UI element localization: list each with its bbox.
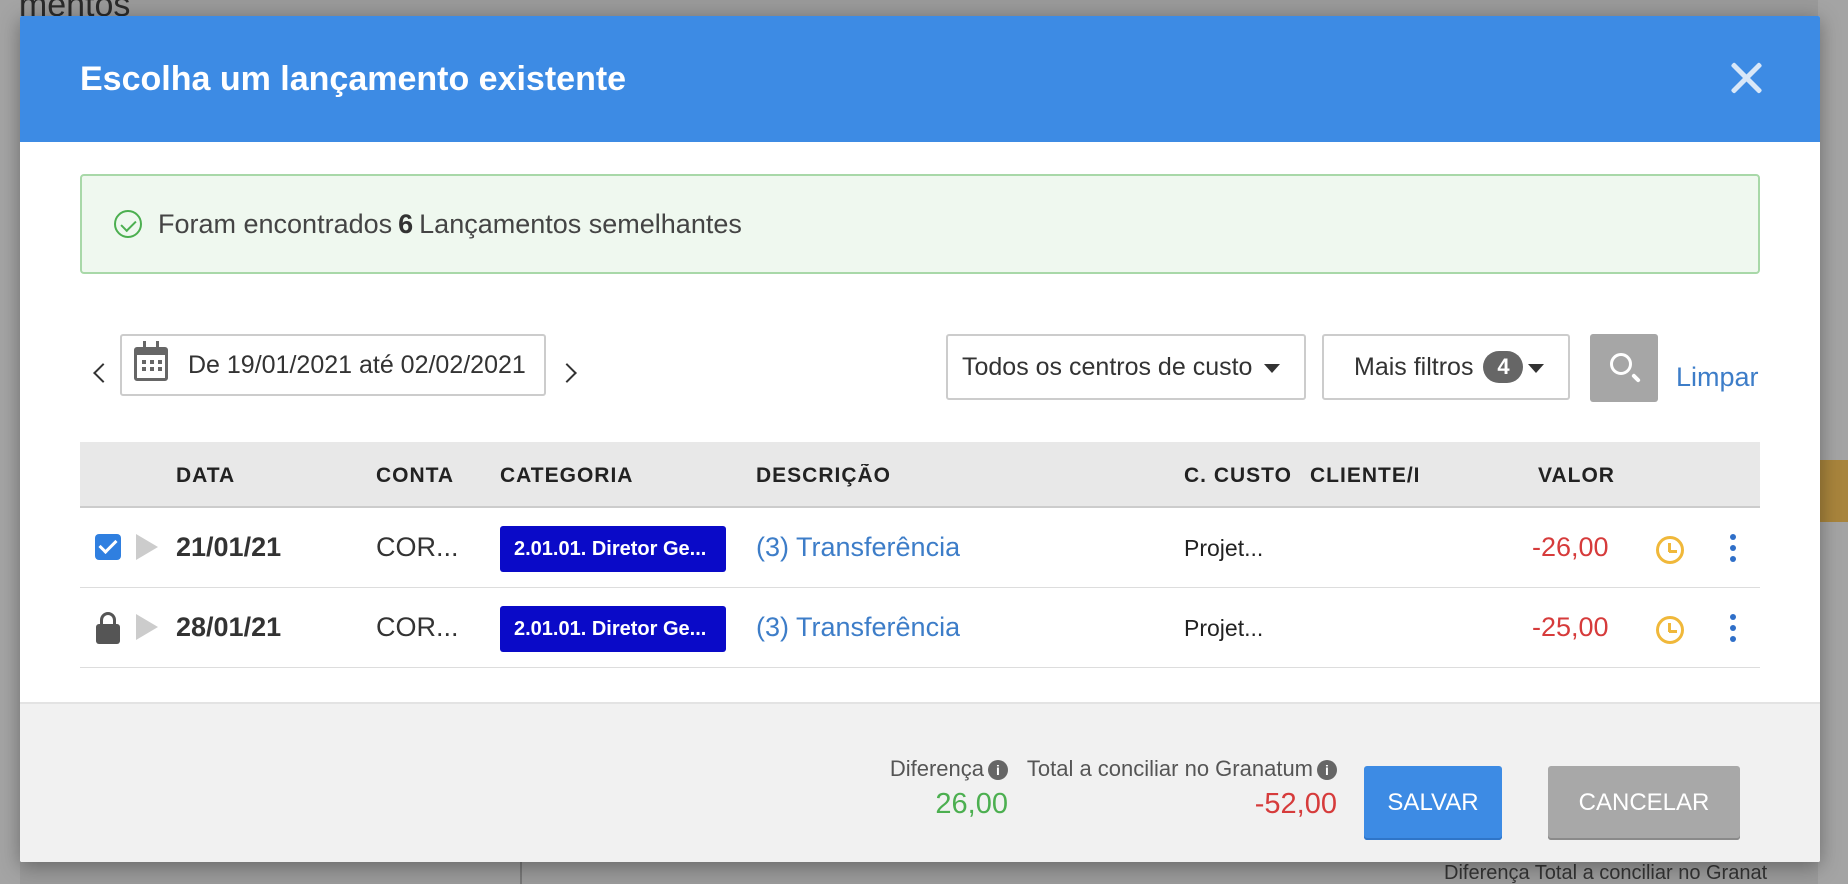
date-range-value: De 19/01/2021 até 02/02/2021 (188, 350, 526, 379)
caret-down-icon (1528, 364, 1544, 373)
clock-icon[interactable] (1656, 536, 1684, 564)
lock-icon (96, 612, 120, 644)
row-date: 28/01/21 (176, 612, 282, 642)
more-filters-label: Mais filtros (1354, 352, 1474, 381)
background-divider (520, 862, 522, 884)
search-button[interactable] (1590, 334, 1658, 402)
row-category-tag[interactable]: 2.01.01. Diretor Ge... (500, 606, 726, 652)
check-circle-icon (114, 210, 142, 238)
more-filters-count-badge: 4 (1483, 351, 1524, 383)
header-client[interactable]: CLIENTE/F (1310, 464, 1418, 488)
date-range-picker[interactable]: De 19/01/2021 até 02/02/2021 (120, 334, 546, 396)
cancel-button[interactable]: CANCELAR (1548, 766, 1740, 840)
cost-center-value: Todos os centros de custo (962, 352, 1253, 381)
modal-header: Escolha um lançamento existente (20, 16, 1820, 142)
row-cost-center: Projet... (1184, 535, 1264, 561)
info-icon[interactable]: i (988, 760, 1008, 780)
difference-value: 26,00 (935, 788, 1008, 820)
choose-entry-modal: Escolha um lançamento existente Foram en… (20, 16, 1820, 862)
modal-title: Escolha um lançamento existente (80, 59, 627, 98)
search-icon (1610, 353, 1632, 375)
more-filters-select[interactable]: Mais filtros 4 (1322, 334, 1570, 400)
row-account: COR... (376, 612, 459, 642)
alert-suffix: Lançamentos semelhantes (419, 208, 742, 239)
background-right-strip (1818, 0, 1848, 884)
row-account: COR... (376, 532, 459, 562)
header-date[interactable]: DATA (176, 464, 235, 488)
clear-filters-link[interactable]: Limpar (1676, 362, 1759, 393)
row-value: -26,00 (1532, 532, 1609, 562)
chevron-left-icon[interactable] (93, 363, 113, 383)
calendar-icon (134, 341, 168, 381)
table-header: DATA CONTA CATEGORIA DESCRIÇÃO C. CUSTO … (80, 442, 1760, 508)
header-cost-center[interactable]: C. CUSTO (1184, 464, 1296, 488)
row-date: 21/01/21 (176, 532, 282, 562)
checkbox-icon[interactable] (95, 534, 121, 560)
entries-table: DATA CONTA CATEGORIA DESCRIÇÃO C. CUSTO … (80, 442, 1760, 668)
caret-down-icon (1264, 364, 1280, 373)
modal-footer: Diferença i 26,00 Total a conciliar no Gr… (20, 702, 1820, 862)
table-row[interactable]: 28/01/21 COR... 2.01.01. Diretor Ge... (… (80, 588, 1760, 668)
table-row[interactable]: 21/01/21 COR... 2.01.01. Diretor Ge... (… (80, 508, 1760, 588)
header-description[interactable]: DESCRIÇÃO (756, 464, 891, 488)
row-value: -25,00 (1532, 612, 1609, 642)
row-description-link[interactable]: (3) Transferência (756, 532, 960, 563)
alert-count: 6 (398, 208, 414, 239)
close-icon[interactable] (1728, 60, 1764, 96)
clock-icon[interactable] (1656, 616, 1684, 644)
chevron-right-icon[interactable] (557, 363, 577, 383)
background-footer-text: Diferença Total a conciliar no Granat (1444, 862, 1768, 884)
row-description-link[interactable]: (3) Transferência (756, 612, 960, 643)
row-cost-center: Projet... (1184, 615, 1264, 641)
results-alert: Foram encontrados 6 Lançamentos semelhan… (80, 174, 1760, 274)
difference-label: Diferença i (890, 756, 1008, 782)
more-vertical-icon[interactable] (1730, 534, 1736, 540)
row-category-tag[interactable]: 2.01.01. Diretor Ge... (500, 526, 726, 572)
total-label-text: Total a conciliar no Granatum (1026, 756, 1313, 781)
header-value[interactable]: VALOR (1538, 464, 1615, 488)
total-value: -52,00 (1254, 788, 1337, 820)
alert-prefix: Foram encontrados (158, 208, 393, 239)
header-account[interactable]: CONTA (376, 464, 454, 488)
info-icon[interactable]: i (1317, 760, 1337, 780)
background-orange-button (1818, 460, 1848, 522)
save-button[interactable]: SALVAR (1364, 766, 1502, 840)
expand-triangle-icon[interactable] (136, 534, 158, 560)
more-vertical-icon[interactable] (1730, 614, 1736, 620)
difference-label-text: Diferença (889, 756, 984, 781)
header-category[interactable]: CATEGORIA (500, 464, 633, 488)
background-left-strip (0, 0, 20, 884)
expand-triangle-icon[interactable] (136, 614, 158, 640)
total-label: Total a conciliar no Granatum i (1027, 756, 1337, 782)
cost-center-select[interactable]: Todos os centros de custo (946, 334, 1306, 400)
